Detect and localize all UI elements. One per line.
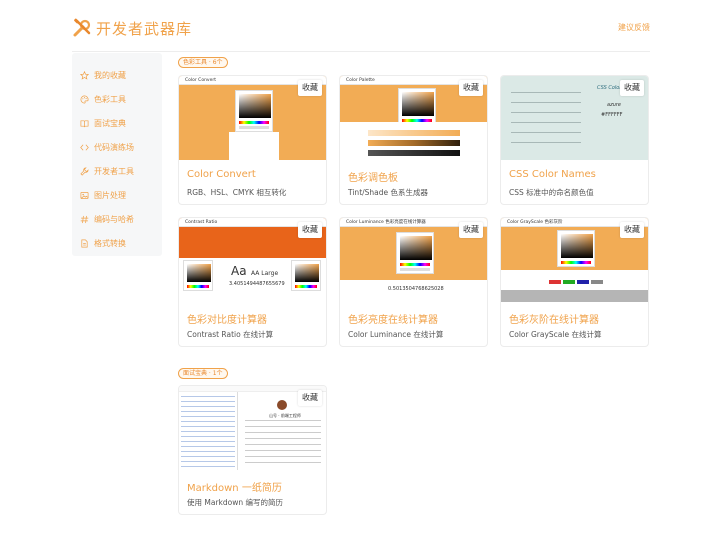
output-panel — [229, 132, 279, 160]
card-title: CSS Color Names — [509, 169, 596, 180]
card-description: Contrast Ratio 在线计算 — [187, 330, 274, 339]
luminance-value: 0.5013504768625028 — [388, 286, 444, 292]
card-title: Color Convert — [187, 169, 256, 180]
card-title: 色彩调色板 — [348, 173, 398, 184]
contrast-value: 3.4051494487655679 — [229, 281, 285, 287]
card-description: CSS 标准中的命名颜色值 — [509, 188, 594, 197]
color-list — [511, 92, 581, 152]
card-thumbnail: Color Luminance 色彩亮度在线计算器 0.501350476862… — [340, 218, 487, 302]
card-description: Color GrayScale 在线计算 — [509, 330, 602, 339]
collect-button[interactable]: 收藏 — [298, 80, 322, 96]
swatch-blue — [577, 280, 589, 284]
card-thumbnail: 山号 · 前端工程师 收藏 — [179, 386, 326, 470]
swatch-gray — [591, 280, 603, 284]
card-thumbnail: Contrast Ratio Aa AA Large 3.40514944876… — [179, 218, 326, 302]
collect-button[interactable]: 收藏 — [459, 222, 483, 238]
contrast-sample-small: AA Large — [251, 270, 279, 277]
collect-button[interactable]: 收藏 — [620, 222, 644, 238]
markdown-editor — [181, 396, 235, 468]
card-thumbnail: Color Palette 收藏 — [340, 76, 487, 160]
card-title: 色彩对比度计算器 — [187, 315, 267, 326]
sidebar-item-dev-tools[interactable]: 开发者工具 — [72, 159, 162, 183]
gray-row — [368, 150, 460, 156]
sidebar-item-color-tools[interactable]: 色彩工具 — [72, 87, 162, 111]
page-header: 开发者武器库 建议反馈 — [72, 14, 650, 52]
resume-heading: 山号 · 前端工程师 — [269, 413, 301, 418]
feedback-link[interactable]: 建议反馈 — [618, 22, 650, 33]
tool-card-markdown-resume[interactable]: 山号 · 前端工程师 收藏 Markdown 一纸简历 使用 Markdown … — [178, 385, 327, 515]
thumbnail-color-name: azure — [607, 102, 621, 108]
hash-icon — [80, 215, 89, 223]
code-icon — [80, 144, 89, 150]
sidebar-item-image[interactable]: 图片处理 — [72, 183, 162, 207]
card-description: 使用 Markdown 编写的简历 — [187, 498, 283, 507]
collect-button[interactable]: 收藏 — [620, 80, 644, 96]
sidebar-item-label: 我的收藏 — [94, 70, 126, 80]
thumbnail-color-hex: #FFFFFF — [601, 112, 623, 118]
swatch-red — [549, 280, 561, 284]
card-description: Color Luminance 在线计算 — [348, 330, 444, 339]
sidebar-item-format[interactable]: 格式转换 — [72, 231, 162, 255]
color-picker-preview — [396, 232, 434, 274]
color-picker-preview — [398, 88, 436, 125]
resume-preview — [245, 420, 321, 466]
foreground-picker — [183, 260, 213, 291]
image-icon — [80, 191, 89, 199]
color-picker-preview — [235, 90, 273, 132]
grayscale-preview — [501, 290, 648, 302]
sidebar-item-encoding[interactable]: 编码与哈希 — [72, 207, 162, 231]
card-title: 色彩亮度在线计算器 — [348, 315, 438, 326]
tool-card-color-palette[interactable]: Color Palette 收藏 色彩调色板 Tint/Shade 色系生成器 — [339, 75, 488, 205]
file-icon — [81, 239, 88, 247]
collect-button[interactable]: 收藏 — [298, 390, 322, 406]
tools-logo-icon — [73, 18, 91, 37]
sidebar-item-label: 色彩工具 — [94, 94, 126, 104]
section-badge-interview: 面试宝典 · 1个 — [178, 368, 228, 379]
sidebar-item-playground[interactable]: 代码演练场 — [72, 135, 162, 159]
card-description: RGB、HSL、CMYK 相互转化 — [187, 188, 287, 197]
sidebar-item-label: 代码演练场 — [94, 142, 134, 152]
swatch-green — [563, 280, 575, 284]
sidebar-item-label: 格式转换 — [94, 238, 126, 248]
sidebar-item-label: 图片处理 — [94, 190, 126, 200]
avatar — [277, 400, 287, 410]
editor-divider — [237, 392, 238, 470]
sidebar: 我的收藏 色彩工具 面试宝典 代码演练场 开发者工具 图片处理 编码与哈希 格式… — [72, 53, 162, 256]
color-picker-preview — [557, 230, 595, 267]
wrench-icon — [80, 167, 89, 176]
shade-row — [368, 140, 460, 146]
section-badge-color-tools: 色彩工具 · 6个 — [178, 57, 228, 68]
sidebar-item-interview[interactable]: 面试宝典 — [72, 111, 162, 135]
sidebar-item-favorites[interactable]: 我的收藏 — [72, 63, 162, 87]
sidebar-item-label: 开发者工具 — [94, 166, 134, 176]
card-thumbnail: Color GrayScale 色彩灰阶 收藏 — [501, 218, 648, 302]
thumbnail-heading: CSS Color — [597, 85, 622, 91]
app-title: 开发者武器库 — [96, 20, 193, 38]
tint-row — [368, 130, 460, 136]
tool-card-color-luminance[interactable]: Color Luminance 色彩亮度在线计算器 0.501350476862… — [339, 217, 488, 347]
card-title: 色彩灰阶在线计算器 — [509, 315, 599, 326]
tool-card-contrast-ratio[interactable]: Contrast Ratio Aa AA Large 3.40514944876… — [178, 217, 327, 347]
card-thumbnail: CSS Color azure #FFFFFF 收藏 — [501, 76, 648, 160]
collect-button[interactable]: 收藏 — [298, 222, 322, 238]
tool-card-color-grayscale[interactable]: Color GrayScale 色彩灰阶 收藏 色彩灰阶在线计算器 Color … — [500, 217, 649, 347]
card-thumbnail: Color Convert 收藏 — [179, 76, 326, 160]
card-title: Markdown 一纸简历 — [187, 483, 282, 494]
star-icon — [80, 70, 89, 80]
tool-card-color-convert[interactable]: Color Convert 收藏 Color Convert RGB、HSL、C… — [178, 75, 327, 205]
palette-icon — [80, 95, 89, 103]
background-picker — [291, 260, 321, 291]
sidebar-item-label: 编码与哈希 — [94, 214, 134, 224]
collect-button[interactable]: 收藏 — [459, 80, 483, 96]
tool-card-css-color-names[interactable]: CSS Color azure #FFFFFF 收藏 CSS Color Nam… — [500, 75, 649, 205]
card-description: Tint/Shade 色系生成器 — [348, 188, 429, 197]
contrast-sample-large: Aa — [231, 264, 247, 278]
sidebar-item-label: 面试宝典 — [94, 118, 126, 128]
book-icon — [80, 119, 89, 127]
